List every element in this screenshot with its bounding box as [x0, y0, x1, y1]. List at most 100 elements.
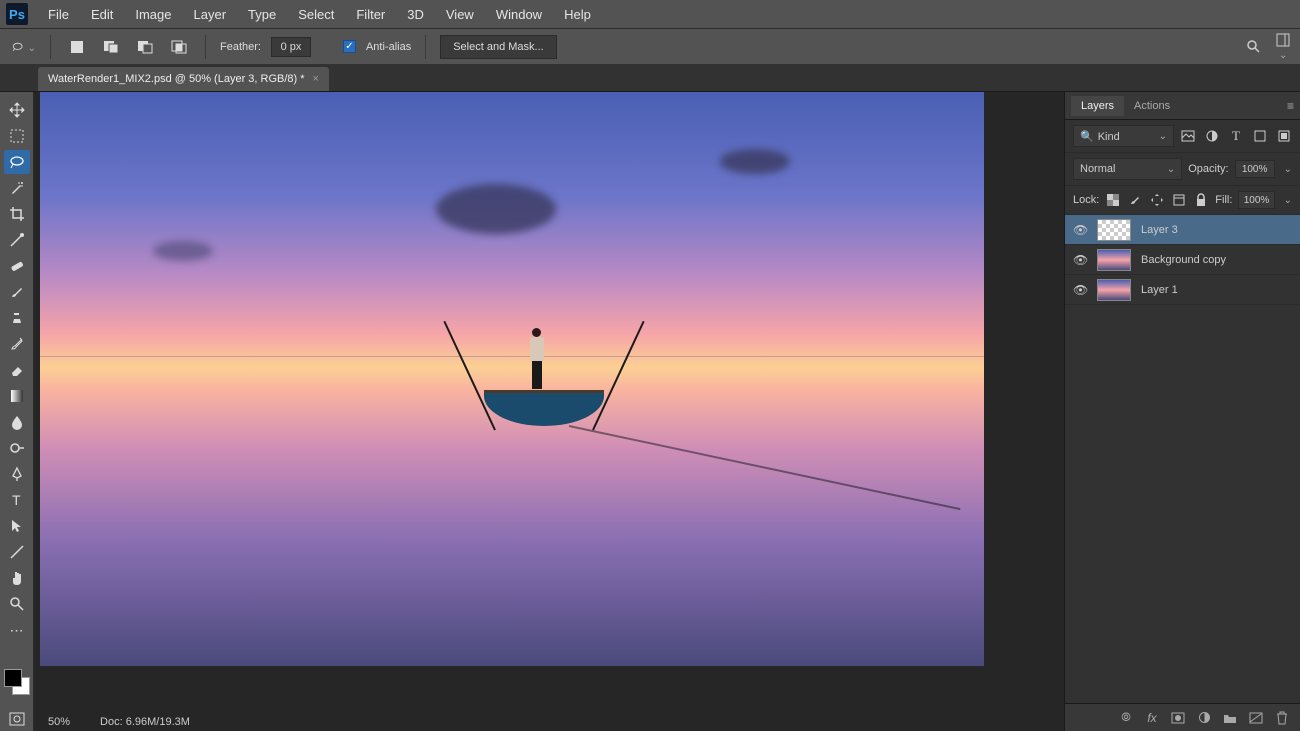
search-icon[interactable] — [1246, 39, 1262, 55]
blur-tool[interactable] — [4, 410, 30, 434]
lock-position-icon[interactable] — [1149, 192, 1165, 208]
menu-3d[interactable]: 3D — [397, 3, 434, 26]
blend-mode-value: Normal — [1080, 163, 1115, 175]
filter-smart-icon[interactable] — [1276, 128, 1292, 144]
menu-window[interactable]: Window — [486, 3, 552, 26]
quick-mask-icon[interactable] — [4, 707, 30, 731]
doc-size: Doc: 6.96M/19.3M — [100, 716, 190, 728]
layer-row[interactable]: 👁 Background copy — [1065, 245, 1300, 275]
feather-label: Feather: — [220, 41, 261, 53]
menu-file[interactable]: File — [38, 3, 79, 26]
layer-thumbnail[interactable] — [1097, 279, 1131, 301]
menu-filter[interactable]: Filter — [346, 3, 395, 26]
zoom-level[interactable]: 50% — [48, 716, 70, 728]
clone-stamp-tool[interactable] — [4, 306, 30, 330]
path-selection-tool[interactable] — [4, 514, 30, 538]
select-and-mask-button[interactable]: Select and Mask... — [440, 35, 557, 59]
magic-wand-tool[interactable] — [4, 176, 30, 200]
visibility-toggle-icon[interactable]: 👁 — [1073, 253, 1087, 267]
tab-layers[interactable]: Layers — [1071, 96, 1124, 116]
layer-filter-dropdown[interactable]: 🔍Kind — [1073, 125, 1174, 147]
panel-menu-icon[interactable]: ≡ — [1287, 99, 1294, 113]
layer-name[interactable]: Layer 1 — [1141, 284, 1178, 296]
menu-select[interactable]: Select — [288, 3, 344, 26]
layers-panel: Layers Actions ≡ 🔍Kind T Normal Opacity:… — [1064, 92, 1300, 731]
link-layers-icon[interactable]: ⦾ — [1118, 710, 1134, 726]
app-logo: Ps — [6, 3, 28, 25]
antialias-label: Anti-alias — [366, 41, 411, 53]
dodge-tool[interactable] — [4, 436, 30, 460]
active-tool-indicator[interactable] — [12, 36, 36, 58]
menu-layer[interactable]: Layer — [184, 3, 237, 26]
document-tab[interactable]: WaterRender1_MIX2.psd @ 50% (Layer 3, RG… — [38, 67, 329, 91]
lock-pixels-icon[interactable] — [1127, 192, 1143, 208]
feather-input[interactable] — [271, 37, 311, 57]
workspace-switcher-icon[interactable] — [1276, 33, 1290, 61]
foreground-color-swatch[interactable] — [4, 669, 22, 687]
kind-label: Kind — [1098, 131, 1120, 143]
delete-layer-icon[interactable] — [1274, 710, 1290, 726]
new-selection-icon[interactable] — [65, 36, 89, 58]
layer-thumbnail[interactable] — [1097, 249, 1131, 271]
zoom-tool[interactable] — [4, 592, 30, 616]
menu-edit[interactable]: Edit — [81, 3, 123, 26]
crop-tool[interactable] — [4, 202, 30, 226]
new-layer-icon[interactable] — [1248, 710, 1264, 726]
hand-tool[interactable] — [4, 566, 30, 590]
blend-mode-dropdown[interactable]: Normal — [1073, 158, 1182, 180]
layer-row[interactable]: 👁 Layer 3 — [1065, 215, 1300, 245]
lock-all-icon[interactable] — [1193, 192, 1209, 208]
menu-view[interactable]: View — [436, 3, 484, 26]
layer-mask-icon[interactable] — [1170, 710, 1186, 726]
fill-label: Fill: — [1215, 194, 1232, 206]
add-selection-icon[interactable] — [99, 36, 123, 58]
line-tool[interactable] — [4, 540, 30, 564]
status-bar: 50% Doc: 6.96M/19.3M — [34, 713, 204, 731]
layer-fx-icon[interactable]: fx — [1144, 710, 1160, 726]
lock-artboard-icon[interactable] — [1171, 192, 1187, 208]
layer-row[interactable]: 👁 Layer 1 — [1065, 275, 1300, 305]
layers-list: 👁 Layer 3 👁 Background copy 👁 Layer 1 — [1065, 215, 1300, 703]
subtract-selection-icon[interactable] — [133, 36, 157, 58]
gradient-tool[interactable] — [4, 384, 30, 408]
history-brush-tool[interactable] — [4, 332, 30, 356]
opacity-input[interactable]: 100% — [1235, 160, 1275, 178]
pen-tool[interactable] — [4, 462, 30, 486]
group-layers-icon[interactable] — [1222, 710, 1238, 726]
color-swatches[interactable] — [4, 669, 30, 695]
fill-input[interactable]: 100% — [1238, 191, 1274, 209]
lasso-tool[interactable] — [4, 150, 30, 174]
visibility-toggle-icon[interactable]: 👁 — [1073, 283, 1087, 297]
menu-image[interactable]: Image — [125, 3, 181, 26]
eyedropper-tool[interactable] — [4, 228, 30, 252]
lock-transparency-icon[interactable] — [1105, 192, 1121, 208]
tab-actions[interactable]: Actions — [1124, 96, 1180, 116]
layer-name[interactable]: Background copy — [1141, 254, 1226, 266]
antialias-checkbox[interactable]: ✓ — [343, 40, 356, 53]
menu-type[interactable]: Type — [238, 3, 286, 26]
filter-shape-icon[interactable] — [1252, 128, 1268, 144]
edit-toolbar-icon[interactable]: ⋯ — [4, 618, 30, 642]
move-tool[interactable] — [4, 98, 30, 122]
filter-type-icon[interactable]: T — [1228, 128, 1244, 144]
options-bar: Feather: ✓ Anti-alias Select and Mask... — [0, 28, 1300, 64]
filter-pixel-icon[interactable] — [1180, 128, 1196, 144]
eraser-tool[interactable] — [4, 358, 30, 382]
intersect-selection-icon[interactable] — [167, 36, 191, 58]
brush-tool[interactable] — [4, 280, 30, 304]
layer-thumbnail[interactable] — [1097, 219, 1131, 241]
healing-brush-tool[interactable] — [4, 254, 30, 278]
tools-toolbar: T ⋯ — [0, 92, 34, 731]
document-canvas[interactable] — [40, 92, 984, 666]
adjustment-layer-icon[interactable] — [1196, 710, 1212, 726]
close-tab-icon[interactable]: × — [313, 73, 319, 85]
layer-name[interactable]: Layer 3 — [1141, 224, 1178, 236]
menu-bar: Ps File Edit Image Layer Type Select Fil… — [0, 0, 1300, 28]
canvas-area[interactable] — [34, 92, 1064, 731]
marquee-tool[interactable] — [4, 124, 30, 148]
menu-help[interactable]: Help — [554, 3, 601, 26]
visibility-toggle-icon[interactable]: 👁 — [1073, 223, 1087, 237]
svg-text:T: T — [12, 492, 21, 508]
type-tool[interactable]: T — [4, 488, 30, 512]
filter-adjustment-icon[interactable] — [1204, 128, 1220, 144]
